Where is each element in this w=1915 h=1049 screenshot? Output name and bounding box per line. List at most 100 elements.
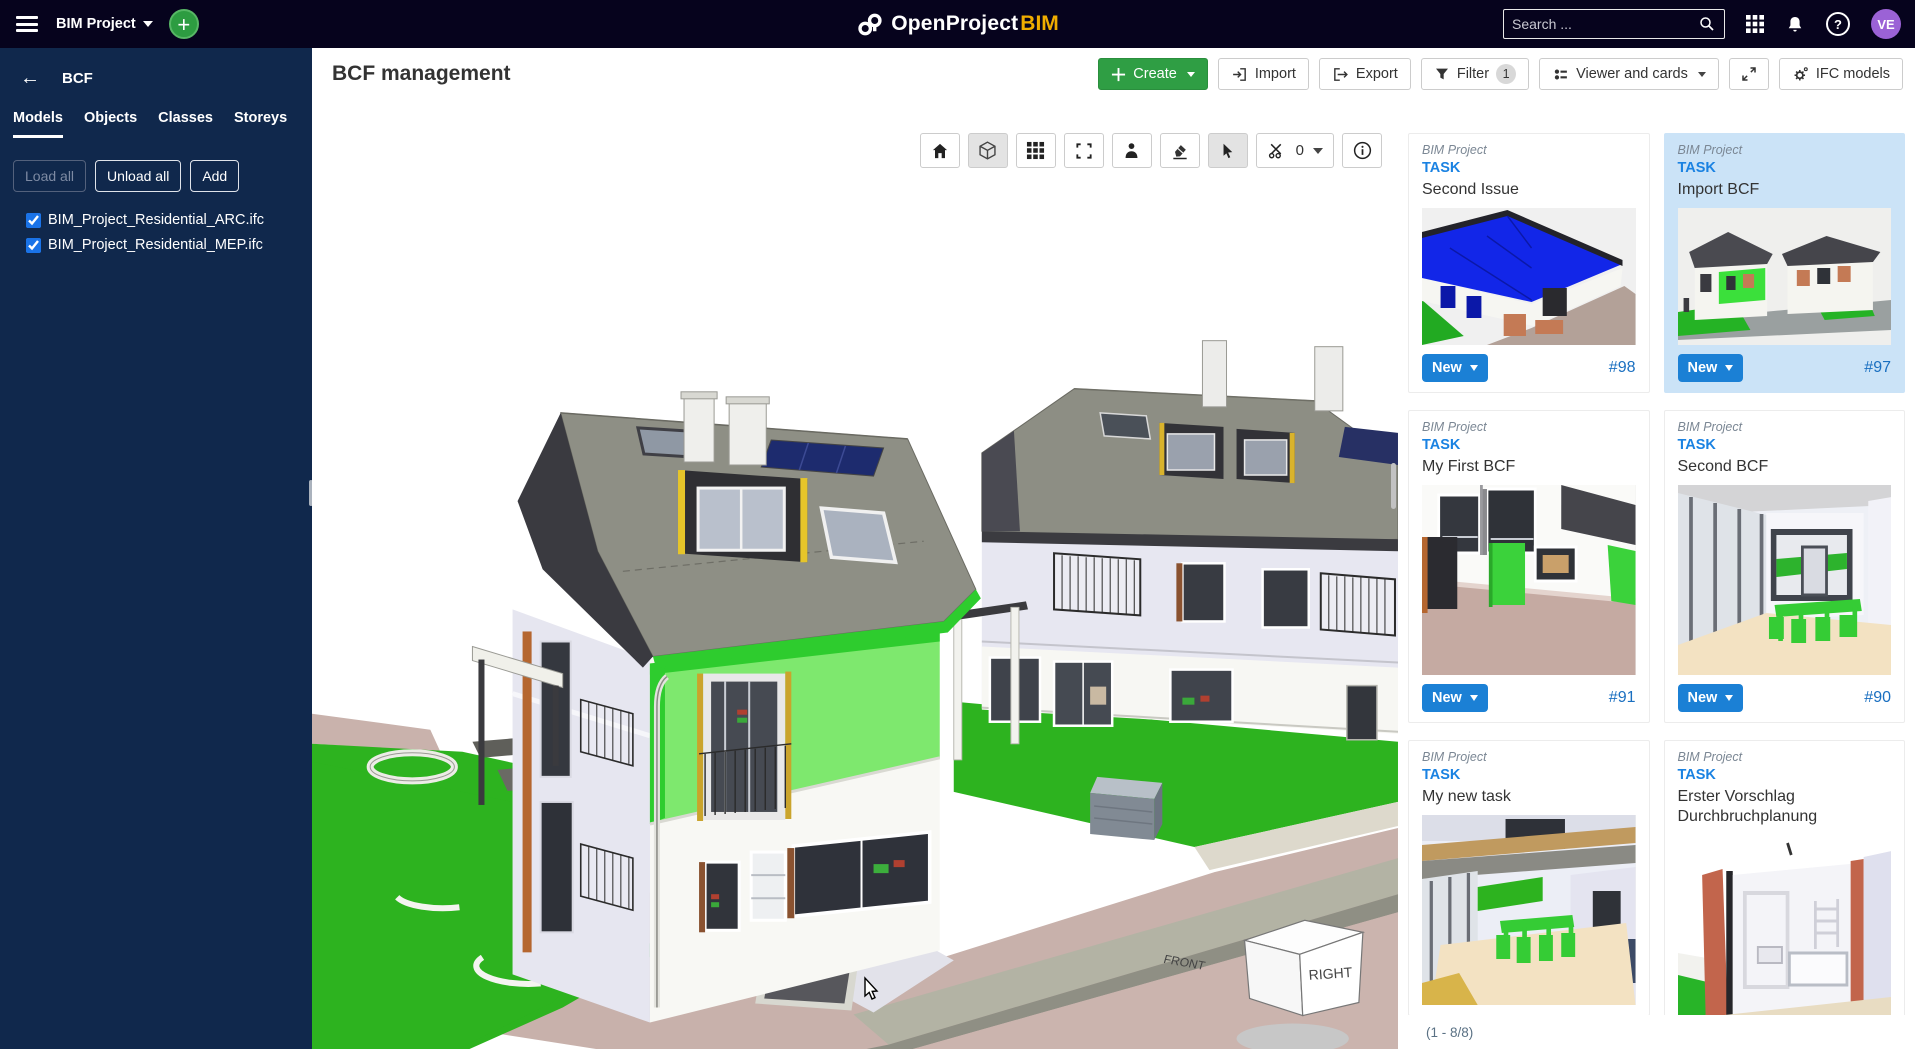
info-icon [1352,140,1373,161]
fit-to-view-button[interactable] [1064,133,1104,168]
status-dropdown[interactable]: New [1422,684,1488,712]
topbar: BIM Project + OpenProjectBIM [0,0,1915,48]
tab-classes[interactable]: Classes [158,110,213,138]
model-checkbox[interactable] [26,213,41,228]
bcf-card-selected[interactable]: BIM Project TASK Import BCF [1664,133,1906,393]
eraser-icon [1170,141,1190,161]
export-button[interactable]: Export [1319,58,1411,90]
import-icon [1231,66,1248,83]
card-thumbnail [1422,485,1636,675]
card-project: BIM Project [1422,420,1636,434]
card-title: My First BCF [1422,457,1636,477]
filter-button[interactable]: Filter 1 [1421,58,1529,90]
filter-icon [1434,66,1450,82]
3d-cube-view-button[interactable] [968,133,1008,168]
status-dropdown[interactable]: New [1678,684,1744,712]
card-project: BIM Project [1422,143,1636,157]
card-project: BIM Project [1678,143,1892,157]
card-type: TASK [1422,767,1636,783]
select-cursor-button[interactable] [1208,133,1248,168]
user-avatar[interactable]: VE [1871,9,1901,39]
card-type: TASK [1422,437,1636,453]
model-list-item[interactable]: BIM_Project_Residential_ARC.ifc [26,212,299,228]
help-icon[interactable]: ? [1825,11,1851,37]
import-button[interactable]: Import [1218,58,1309,90]
home-view-button[interactable] [920,133,960,168]
project-selector-label: BIM Project [56,16,136,32]
unload-all-button[interactable]: Unload all [95,160,181,192]
page-title: BCF management [332,62,511,86]
scissors-icon [1267,141,1287,161]
ifc-3d-viewport[interactable]: 0 [312,100,1398,1049]
cursor-icon [1218,141,1237,160]
fullscreen-icon [1740,65,1758,83]
plus-icon [1111,67,1126,82]
create-button[interactable]: Create [1098,58,1208,90]
model-name: BIM_Project_Residential_MEP.ifc [48,237,263,253]
card-thumbnail [1422,815,1636,1005]
bcf-sidebar: ← BCF Models Objects Classes Storeys Loa… [0,48,312,1049]
model-checkbox[interactable] [26,238,41,253]
model-list-item[interactable]: BIM_Project_Residential_MEP.ifc [26,237,299,253]
card-title: Erster Vorschlag Durchbruchplanung [1678,787,1892,827]
viewer-toolbar: 0 [920,133,1382,168]
gear-icon [1792,66,1809,83]
viewer-mode-dropdown[interactable]: Viewer and cards [1539,58,1719,90]
grid-view-button[interactable] [1016,133,1056,168]
fit-view-icon [1074,141,1094,161]
sidebar-title: BCF [62,70,93,87]
cube-icon [977,140,998,161]
apps-grid-icon[interactable] [1745,14,1765,34]
card-type: TASK [1422,160,1636,176]
search-input[interactable] [1512,16,1698,32]
eraser-reset-button[interactable] [1160,133,1200,168]
hamburger-menu-icon[interactable] [14,14,40,34]
status-dropdown[interactable]: New [1422,354,1488,382]
card-thumbnail [1678,485,1892,675]
3d-model-scene[interactable]: FRONT RIGHT [312,100,1398,1049]
tab-objects[interactable]: Objects [84,110,137,138]
card-type: TASK [1678,160,1892,176]
cards-pagination: (1 - 8/8) [1408,1015,1905,1049]
ifc-models-button[interactable]: IFC models [1779,58,1903,90]
back-arrow-icon[interactable]: ← [20,68,40,88]
person-icon [1122,141,1141,160]
card-id: #91 [1609,689,1636,707]
global-search[interactable] [1503,9,1725,39]
notifications-bell-icon[interactable] [1785,14,1805,35]
card-title: Import BCF [1678,180,1892,200]
bcf-card[interactable]: BIM Project TASK Erster Vorschlag Durchb… [1664,740,1906,1015]
bcf-card[interactable]: BIM Project TASK Second BCF [1664,410,1906,723]
viewer-scrollbar[interactable] [1391,463,1396,509]
bcf-card[interactable]: BIM Project TASK Second Issue [1408,133,1650,393]
quick-add-button[interactable]: + [169,9,199,39]
view-cube-right-label: RIGHT [1308,964,1353,983]
tab-models[interactable]: Models [13,110,63,138]
logo-bim-text: BIM [1020,12,1059,35]
chevron-down-icon [143,21,153,27]
card-title: My new task [1422,787,1636,807]
model-list: BIM_Project_Residential_ARC.ifc BIM_Proj… [0,212,312,253]
filter-count-badge: 1 [1496,64,1516,84]
card-id: #97 [1864,359,1891,377]
tab-storeys[interactable]: Storeys [234,110,287,138]
bcf-card[interactable]: BIM Project TASK My First BCF [1408,410,1650,723]
status-dropdown[interactable]: New [1678,354,1744,382]
cards-scroll-area[interactable]: BIM Project TASK Second Issue [1408,133,1905,1015]
card-project: BIM Project [1678,420,1892,434]
chevron-down-icon [1313,148,1323,154]
project-selector[interactable]: BIM Project [56,16,153,32]
info-button[interactable] [1342,133,1382,168]
load-all-button[interactable]: Load all [13,160,86,192]
card-type: TASK [1678,437,1892,453]
fullscreen-button[interactable] [1729,58,1769,90]
first-person-button[interactable] [1112,133,1152,168]
card-title: Second Issue [1422,180,1636,200]
logo-text: OpenProject [891,12,1018,35]
card-thumbnail [1678,835,1892,1015]
app-logo[interactable]: OpenProjectBIM [856,0,1059,48]
bcf-card[interactable]: BIM Project TASK My new task [1408,740,1650,1015]
clip-planes-dropdown[interactable]: 0 [1256,133,1334,168]
viewer-mode-icon [1552,66,1569,83]
add-model-button[interactable]: Add [190,160,239,192]
